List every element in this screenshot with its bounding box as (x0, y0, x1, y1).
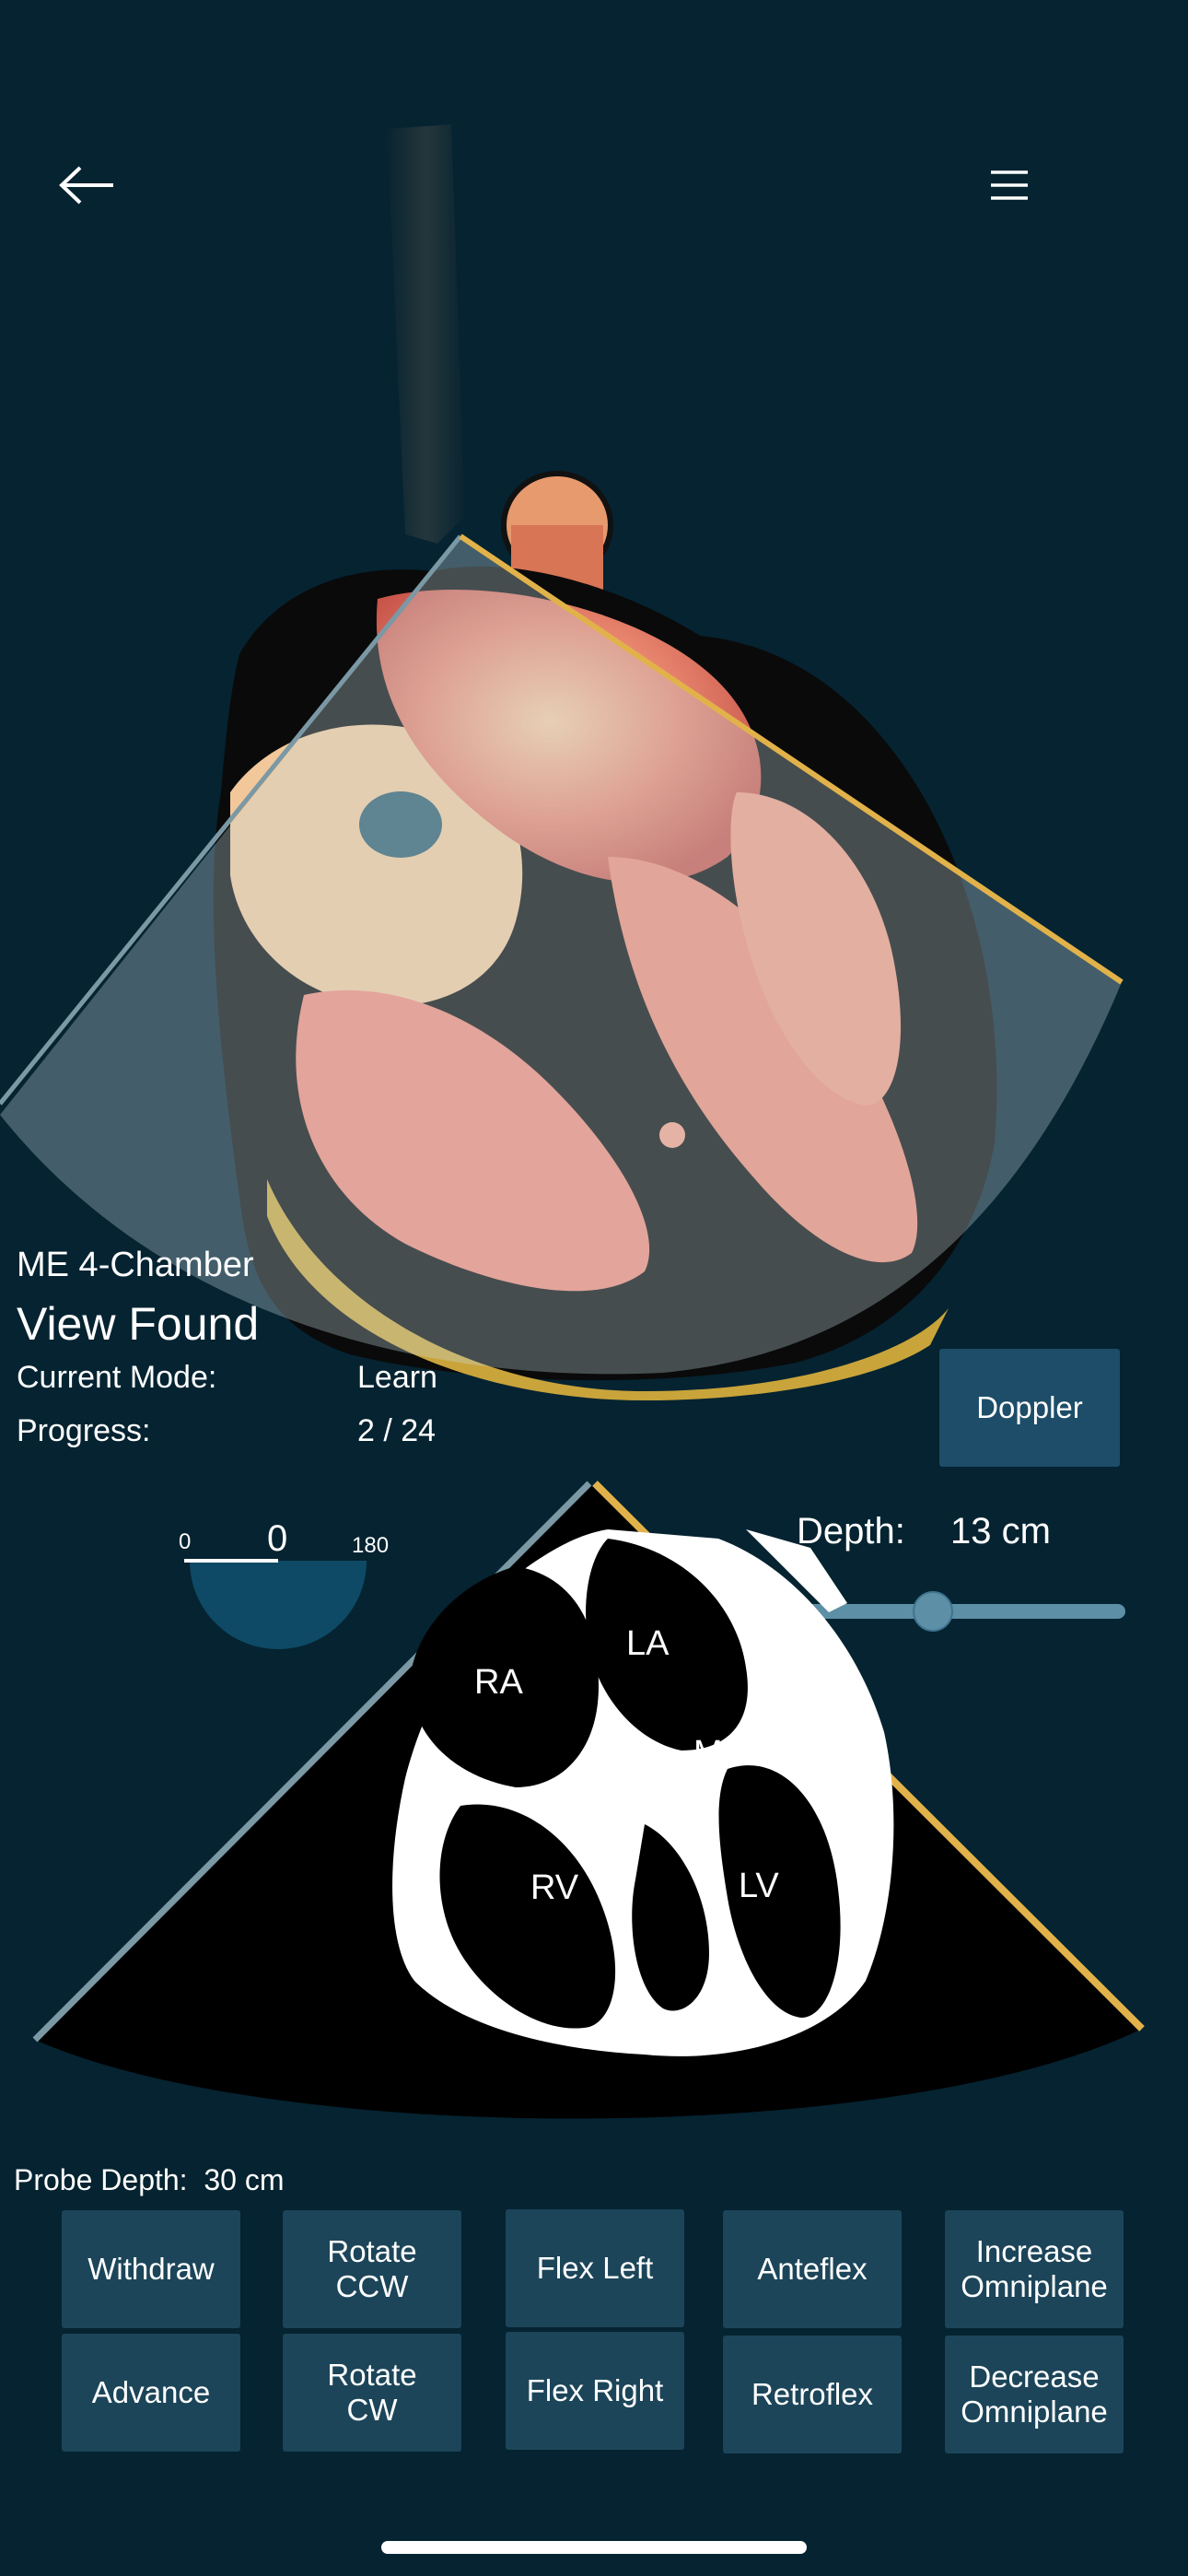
increase-omniplane-button[interactable]: Increase Omniplane (945, 2210, 1124, 2328)
label-rv: RV (530, 1868, 579, 1907)
view-name: ME 4-Chamber (17, 1246, 254, 1284)
label-la: LA (626, 1624, 670, 1663)
home-indicator[interactable] (381, 2541, 807, 2554)
heart-3d-model[interactable] (0, 120, 1188, 1410)
withdraw-button[interactable]: Withdraw (62, 2210, 240, 2328)
probe-depth-key: Probe Depth: (14, 2163, 188, 2196)
ultrasound-image (32, 1481, 1145, 2119)
probe-depth-value: 30 cm (204, 2163, 285, 2196)
rotate-cw-button[interactable]: Rotate CW (283, 2334, 461, 2452)
probe-depth-label: Probe Depth: 30 cm (14, 2163, 284, 2197)
anteflex-button[interactable]: Anteflex (723, 2210, 902, 2328)
decrease-omniplane-button[interactable]: Decrease Omniplane (945, 2336, 1124, 2453)
view-status: View Found (17, 1298, 260, 1350)
progress-label: Progress: (17, 1413, 151, 1448)
label-mv: MV (693, 1734, 746, 1773)
progress-value: 2 / 24 (357, 1413, 437, 1448)
mode-value: Learn (357, 1360, 437, 1395)
rotate-ccw-button[interactable]: Rotate CCW (283, 2210, 461, 2328)
flex-right-button[interactable]: Flex Right (506, 2332, 684, 2450)
advance-button[interactable]: Advance (62, 2334, 240, 2452)
flex-left-button[interactable]: Flex Left (506, 2209, 684, 2327)
label-tv: TV (538, 1778, 583, 1817)
label-ra: RA (474, 1663, 523, 1702)
app-screen: ME 4-Chamber View Found Current Mode: Le… (0, 0, 1188, 2576)
mode-label: Current Mode: (17, 1360, 217, 1395)
label-lv: LV (739, 1867, 779, 1905)
retroflex-button[interactable]: Retroflex (723, 2336, 902, 2453)
doppler-button[interactable]: Doppler (939, 1349, 1120, 1467)
